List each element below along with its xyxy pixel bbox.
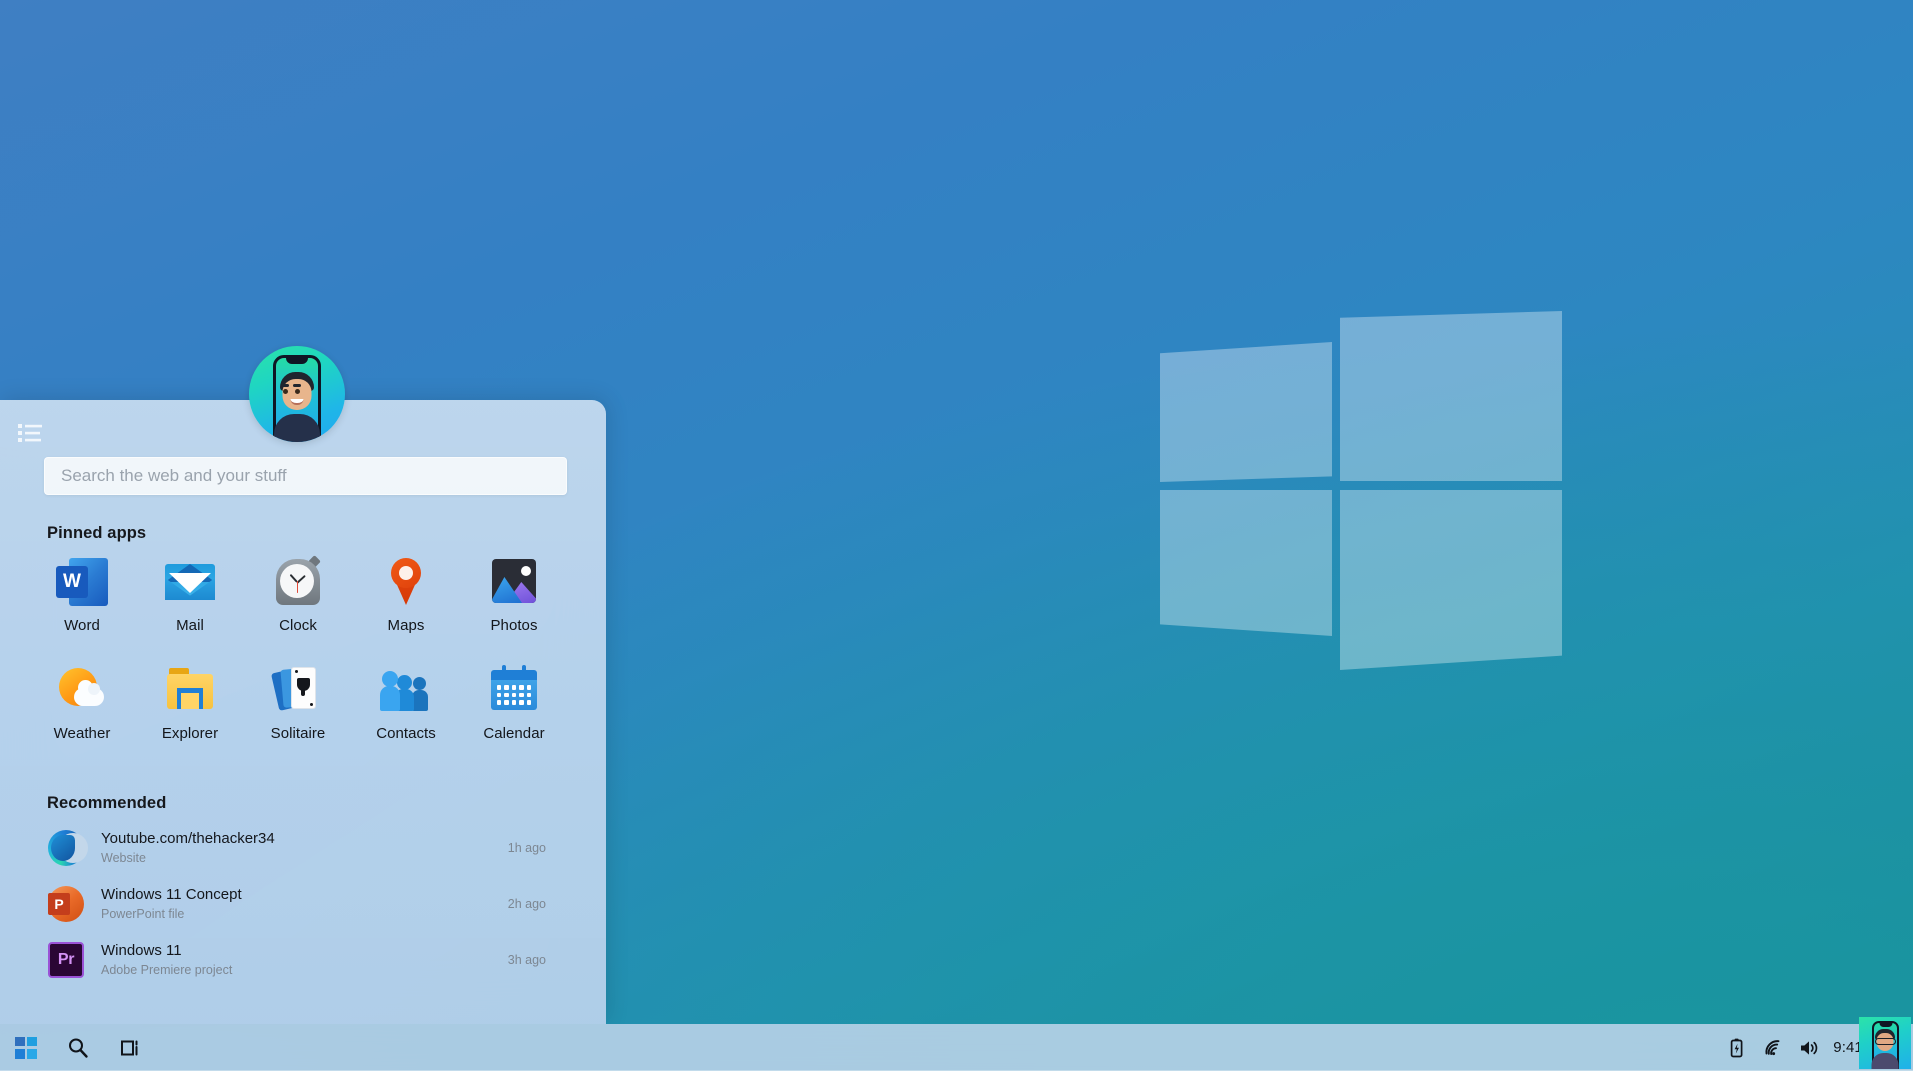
avatar-phone-notch xyxy=(286,358,308,364)
recommended-item-text: Youtube.com/thehacker34 Website xyxy=(101,830,508,866)
pinned-app-contacts[interactable]: Contacts xyxy=(352,658,460,742)
recommended-heading: Recommended xyxy=(47,794,167,812)
taskbar-search-button[interactable] xyxy=(52,1024,104,1071)
user-avatar[interactable] xyxy=(249,346,345,442)
recommended-item[interactable]: Youtube.com/thehacker34 Website 1h ago xyxy=(40,820,560,876)
recommended-item-title: Windows 11 xyxy=(101,942,182,960)
start-menu-panel: Pinned apps W Word Mail Clock Map xyxy=(0,346,606,1024)
search-input[interactable] xyxy=(45,458,566,494)
pinned-app-maps[interactable]: Maps xyxy=(352,550,460,634)
word-icon: W xyxy=(56,556,108,608)
mail-icon xyxy=(164,556,216,608)
pinned-app-label: Weather xyxy=(53,725,111,742)
system-tray: 9:41 AM xyxy=(1719,1024,1913,1071)
recommended-item-subtitle: PowerPoint file xyxy=(101,906,185,921)
volume-icon xyxy=(1801,1040,1818,1055)
volume-button[interactable] xyxy=(1791,1024,1827,1071)
edge-icon xyxy=(48,830,88,866)
battery-button[interactable] xyxy=(1719,1024,1755,1071)
avatar-brow-left xyxy=(281,384,289,387)
wifi-icon xyxy=(1765,1039,1780,1055)
premiere-icon: Pr xyxy=(48,942,84,978)
pinned-apps-grid: W Word Mail Clock Maps Photos Weather Ex… xyxy=(28,550,568,742)
file-explorer-icon xyxy=(164,664,216,716)
recommended-item-time: 3h ago xyxy=(507,953,546,967)
pinned-app-label: Solitaire xyxy=(270,725,326,742)
pinned-app-weather[interactable]: Weather xyxy=(28,658,136,742)
weather-icon xyxy=(56,664,108,716)
recommended-item-subtitle: Adobe Premiere project xyxy=(101,962,233,977)
wallpaper-light-streak xyxy=(551,0,1913,636)
recommended-item-time: 2h ago xyxy=(507,897,546,911)
taskbar-clock[interactable]: 9:41 AM xyxy=(1827,1039,1901,1056)
all-apps-list-icon[interactable] xyxy=(9,415,51,451)
task-view-button[interactable] xyxy=(104,1024,156,1071)
pinned-app-word[interactable]: W Word xyxy=(28,550,136,634)
pinned-apps-heading: Pinned apps xyxy=(47,524,147,542)
recommended-list: Youtube.com/thehacker34 Website 1h ago P… xyxy=(40,820,560,988)
start-button[interactable] xyxy=(0,1024,52,1071)
recommended-item-text: Windows 11 Concept PowerPoint file xyxy=(101,886,508,922)
pinned-app-clock[interactable]: Clock xyxy=(244,550,352,634)
logo-pane-top-left xyxy=(1160,342,1332,482)
clock-icon xyxy=(272,555,324,608)
recommended-item-subtitle: Website xyxy=(101,850,146,865)
task-view-icon xyxy=(121,1040,138,1055)
recommended-item-time: 1h ago xyxy=(507,841,546,855)
logo-pane-bottom-left xyxy=(1160,490,1332,636)
windows-start-icon xyxy=(15,1036,37,1059)
avatar-body xyxy=(274,414,320,442)
pinned-app-label: Contacts xyxy=(376,725,436,742)
wifi-button[interactable] xyxy=(1755,1024,1791,1071)
avatar-eye-left xyxy=(283,389,288,394)
powerpoint-icon: P xyxy=(48,886,84,922)
pinned-app-label: Clock xyxy=(279,617,317,634)
search-icon xyxy=(69,1038,88,1058)
battery-charging-icon xyxy=(1731,1038,1743,1057)
photos-icon xyxy=(488,556,540,608)
recommended-item-text: Windows 11 Adobe Premiere project xyxy=(101,942,508,978)
pinned-app-mail[interactable]: Mail xyxy=(136,550,244,634)
wallpaper-windows-logo xyxy=(1160,300,1562,670)
pinned-app-label: Mail xyxy=(176,617,204,634)
pinned-app-label: Photos xyxy=(490,617,538,634)
pinned-app-explorer[interactable]: Explorer xyxy=(136,658,244,742)
pinned-app-solitaire[interactable]: Solitaire xyxy=(244,658,352,742)
pinned-app-label: Maps xyxy=(387,617,425,634)
maps-icon xyxy=(380,556,432,608)
pinned-app-photos[interactable]: Photos xyxy=(460,550,568,634)
logo-pane-top-right xyxy=(1340,311,1562,481)
pinned-app-label: Calendar xyxy=(483,725,545,742)
recommended-item-title: Windows 11 Concept xyxy=(101,886,242,904)
contacts-icon xyxy=(380,664,432,716)
taskbar: 9:41 AM xyxy=(0,1024,1913,1071)
pinned-app-label: Explorer xyxy=(161,725,219,742)
solitaire-icon xyxy=(270,664,324,716)
pinned-app-calendar[interactable]: Calendar xyxy=(460,658,568,742)
calendar-icon xyxy=(488,664,540,716)
recommended-item-title: Youtube.com/thehacker34 xyxy=(101,830,275,848)
pinned-app-label: Word xyxy=(64,617,100,634)
avatar-brow-right xyxy=(293,384,301,387)
search-box[interactable] xyxy=(44,457,567,495)
avatar-eye-right xyxy=(295,389,300,394)
recommended-item[interactable]: Pr Windows 11 Adobe Premiere project 3h … xyxy=(40,932,560,988)
recommended-item[interactable]: P Windows 11 Concept PowerPoint file 2h … xyxy=(40,876,560,932)
logo-pane-bottom-right xyxy=(1340,490,1562,670)
